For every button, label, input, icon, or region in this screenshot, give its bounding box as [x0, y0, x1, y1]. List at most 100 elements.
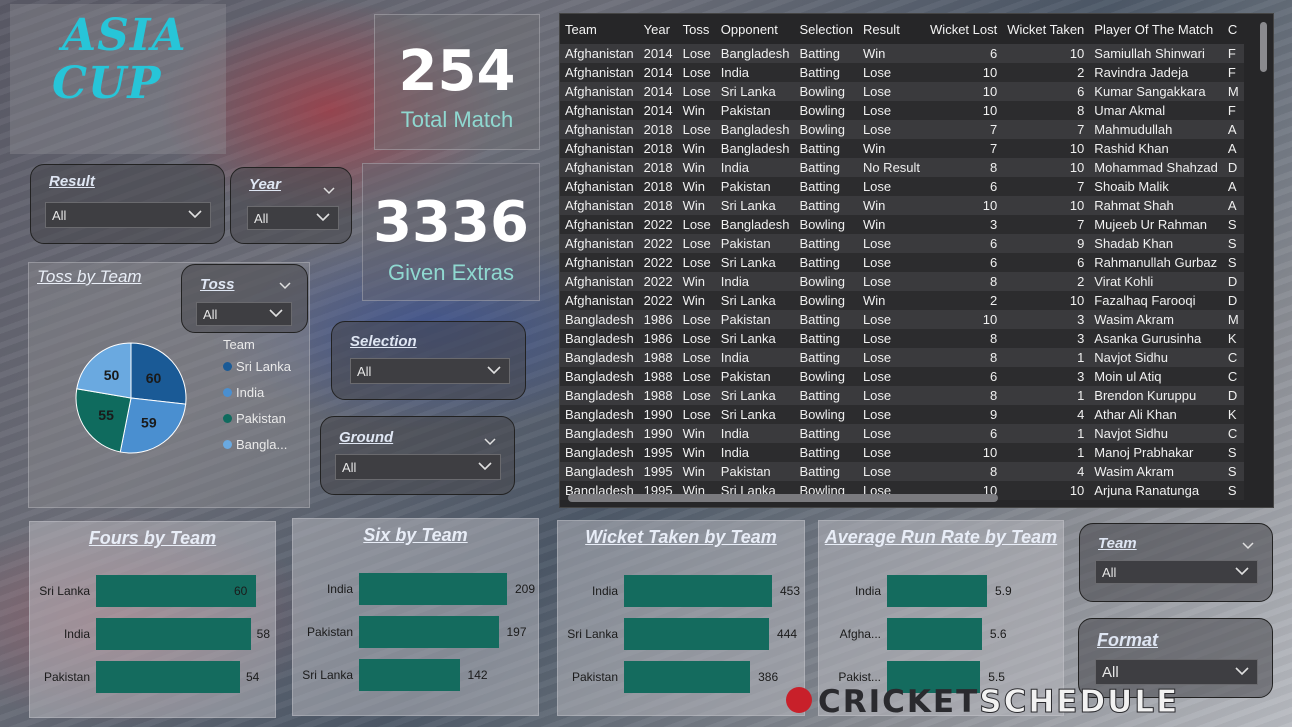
table-cell: Moin ul Atiq [1094, 369, 1162, 384]
table-row[interactable]: Bangladesh 1988 Lose India Batting Lose 8 1 Navj… [560, 348, 1244, 367]
table-cell: 1 [1077, 445, 1085, 460]
bar[interactable] [887, 575, 987, 607]
table-cell: Pakistan [720, 103, 771, 118]
horizontal-scrollbar[interactable] [568, 494, 998, 502]
table-row[interactable]: Afghanistan 2018 Win Pakistan Batting Lose 6 7 S… [560, 177, 1244, 196]
bar-data-label: 197 [506, 625, 527, 639]
table-row[interactable]: Afghanistan 2018 Lose Bangladesh Bowling Lose… [560, 120, 1244, 139]
column-header[interactable]: Team [560, 14, 639, 44]
slicer-title: Ground [339, 429, 394, 446]
table-cell: 10 [1069, 483, 1085, 498]
table-row[interactable]: Bangladesh 1986 Lose Pakistan Batting Lose 10 3… [560, 310, 1244, 329]
table-cell: F [1227, 65, 1236, 80]
selection-slicer[interactable]: Selection All [331, 321, 526, 400]
bar[interactable] [96, 575, 256, 607]
toss-dropdown[interactable]: All [196, 302, 292, 326]
bar[interactable] [624, 575, 772, 607]
table-cell: S [1227, 255, 1237, 270]
column-header[interactable]: Opponent [716, 14, 795, 44]
pie-data-label: 60 [146, 370, 162, 386]
table-row[interactable]: Afghanistan 2022 Lose Bangladesh Bowling Win 3… [560, 215, 1244, 234]
table-row[interactable]: Bangladesh 1988 Lose Pakistan Bowling Lose 6 3 M… [560, 367, 1244, 386]
result-slicer[interactable]: Result All [30, 164, 225, 244]
ground-slicer[interactable]: Ground All [320, 416, 515, 495]
column-header[interactable]: Year [639, 14, 678, 44]
bar[interactable] [359, 573, 507, 605]
bar[interactable] [359, 616, 499, 648]
column-header[interactable]: Toss [678, 14, 716, 44]
table-row[interactable]: Afghanistan 2018 Win Sri Lanka Batting Win 10 1… [560, 196, 1244, 215]
table-cell: Afghanistan [565, 198, 634, 213]
table-row[interactable]: Afghanistan 2014 Lose Bangladesh Batting Win 6… [560, 44, 1244, 63]
bar[interactable] [887, 618, 982, 650]
table-row[interactable]: Afghanistan 2022 Lose Sri Lanka Batting Lose 6… [560, 253, 1244, 272]
table-row[interactable]: Bangladesh 1995 Win India Batting Lose 10 1 Mano… [560, 443, 1244, 462]
table-row[interactable]: Bangladesh 1995 Win Pakistan Batting Lose 8 4 Wa… [560, 462, 1244, 481]
table-cell: 2022 [643, 255, 673, 270]
table-cell: 2014 [643, 103, 673, 118]
bar[interactable] [96, 618, 251, 650]
column-header[interactable]: Result [858, 14, 925, 44]
table-cell: India [720, 274, 749, 289]
slicer-title: Year [249, 176, 281, 193]
table-row[interactable]: Afghanistan 2018 Win Bangladesh Batting Win 7 1… [560, 139, 1244, 158]
table-cell: Win [862, 293, 886, 308]
table-cell: Lose [682, 122, 711, 137]
bar-category-label: Sri Lanka [302, 668, 353, 682]
year-dropdown[interactable]: All [247, 206, 339, 230]
table-cell: Bangladesh [565, 312, 634, 327]
table-cell: 8 [989, 160, 998, 175]
table-cell: Mohammad Shahzad [1094, 160, 1218, 175]
legend-item[interactable]: Pakistan [223, 411, 286, 426]
column-header[interactable]: Selection [794, 14, 857, 44]
legend-label: India [236, 385, 265, 400]
column-header[interactable]: Wicket Lost [925, 14, 1002, 44]
table-row[interactable]: Afghanistan 2022 Lose Pakistan Batting Lose 6 9… [560, 234, 1244, 253]
legend-item[interactable]: Sri Lanka [223, 359, 291, 374]
table-cell: Navjot Sidhu [1094, 350, 1169, 365]
table-row[interactable]: Afghanistan 2014 Lose Sri Lanka Bowling Lose 1… [560, 82, 1244, 101]
bar[interactable] [624, 618, 770, 650]
bar[interactable] [624, 661, 751, 693]
column-header[interactable]: Player Of The Match [1089, 14, 1223, 44]
table-row[interactable]: Bangladesh 1990 Lose Sri Lanka Bowling Lose 9 4… [560, 405, 1244, 424]
result-dropdown[interactable]: All [45, 202, 211, 228]
table-cell: Win [862, 46, 886, 61]
table-row[interactable]: Afghanistan 2022 Win Sri Lanka Bowling Win 2 10… [560, 291, 1244, 310]
table-row[interactable]: Bangladesh 1988 Lose Sri Lanka Batting Lose 8 1… [560, 386, 1244, 405]
vertical-scrollbar[interactable] [1260, 22, 1267, 72]
toss-slicer[interactable]: Toss All [181, 264, 308, 333]
kpi-card-total-match: 254 Total Match [374, 14, 540, 150]
table-row[interactable]: Afghanistan 2018 Win India Batting No Result 8… [560, 158, 1244, 177]
table-cell: 10 [1069, 198, 1085, 213]
team-slicer[interactable]: Team All [1079, 523, 1273, 602]
format-dropdown[interactable]: All [1095, 659, 1258, 685]
table-row[interactable]: Afghanistan 2014 Win Pakistan Bowling Lose 10 8… [560, 101, 1244, 120]
table-row[interactable]: Afghanistan 2014 Lose India Batting Lose 10 2 Ra… [560, 63, 1244, 82]
table-cell: Shadab Khan [1094, 236, 1174, 251]
table-cell: Bangladesh [720, 141, 790, 156]
pie-data-label: 55 [98, 407, 114, 423]
legend-item[interactable]: India [223, 385, 264, 400]
matches-table[interactable]: Team Year Toss Opponent Selection Result Wicke… [559, 13, 1274, 508]
slicer-title: Format [1097, 630, 1159, 650]
selection-dropdown[interactable]: All [350, 358, 510, 384]
table-cell: Bangladesh [565, 445, 634, 460]
bar[interactable] [359, 659, 460, 691]
table-cell: Manoj Prabhakar [1094, 445, 1194, 460]
column-header[interactable]: Wicket Taken [1002, 14, 1089, 44]
legend-item[interactable]: Bangla... [223, 437, 287, 452]
table-cell: Sri Lanka [720, 407, 776, 422]
year-slicer[interactable]: Year All [230, 167, 352, 244]
column-header[interactable]: C [1223, 14, 1244, 44]
table-cell: Sri Lanka [720, 84, 776, 99]
table-cell: 7 [989, 122, 998, 137]
bar-category-label: Pakist... [838, 670, 881, 684]
table-row[interactable]: Bangladesh 1986 Lose Sri Lanka Batting Lose 8 3… [560, 329, 1244, 348]
team-dropdown[interactable]: All [1095, 560, 1258, 584]
table-row[interactable]: Bangladesh 1990 Win India Batting Lose 6 1 Navjo… [560, 424, 1244, 443]
table-cell: 2022 [643, 236, 673, 251]
table-row[interactable]: Afghanistan 2022 Win India Bowling Lose 8 2 Vira… [560, 272, 1244, 291]
bar[interactable] [96, 661, 240, 693]
ground-dropdown[interactable]: All [335, 454, 501, 480]
